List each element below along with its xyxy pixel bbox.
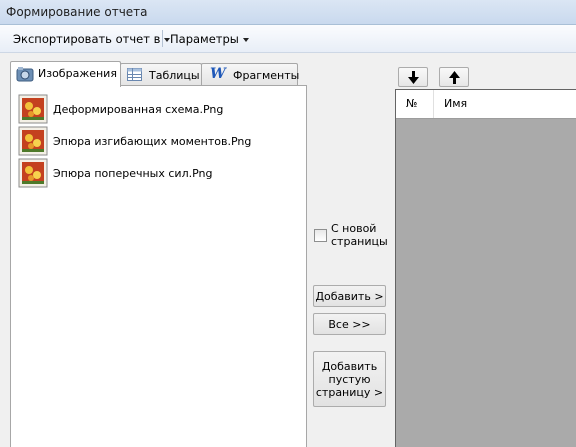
add-all-button[interactable]: Все >> (313, 313, 386, 335)
word-icon: W (210, 66, 226, 82)
file-name: Эпюра изгибающих моментов.Png (53, 135, 252, 148)
image-file-icon (18, 126, 48, 156)
export-menu[interactable]: Экспортировать отчет в (13, 32, 171, 46)
column-divider[interactable] (433, 90, 434, 118)
tab-images-label: Изображения (38, 67, 117, 80)
tab-tables[interactable]: Таблицы (120, 63, 202, 86)
menu-bar: Экспортировать отчет в Параметры (0, 25, 576, 53)
arrow-up-icon (449, 71, 460, 84)
add-all-button-label: Все >> (328, 317, 371, 331)
menu-separator (162, 30, 163, 47)
column-header-name[interactable]: Имя (444, 97, 467, 110)
column-header-number[interactable]: № (406, 97, 417, 110)
tab-fragments[interactable]: W Фрагменты (201, 63, 300, 86)
list-item[interactable]: Эпюра поперечных сил.Png (18, 158, 212, 188)
add-empty-page-button[interactable]: Добавить пустую страницу > (313, 351, 386, 407)
tab-fragments-label: Фрагменты (233, 69, 300, 82)
new-page-checkbox-label: С новой страницы (331, 222, 388, 248)
add-button[interactable]: Добавить > (313, 285, 386, 307)
add-empty-line2: пустую (328, 372, 371, 386)
new-page-label-line1: С новой (331, 222, 377, 235)
file-name: Эпюра поперечных сил.Png (53, 167, 213, 180)
list-item[interactable]: Деформированная схема.Png (18, 94, 223, 124)
window-title: Формирование отчета (6, 5, 148, 19)
image-file-icon (18, 158, 48, 188)
new-page-checkbox[interactable] (314, 229, 327, 242)
add-button-label: Добавить > (315, 289, 384, 303)
tab-tables-label: Таблицы (149, 69, 200, 82)
table-icon (127, 68, 142, 81)
tab-images[interactable]: Изображения (10, 61, 121, 87)
chevron-down-icon (242, 37, 249, 42)
arrow-down-icon (408, 71, 419, 84)
images-list-panel: Деформированная схема.Png Эпюра изгибающ… (10, 85, 307, 447)
grid-header: № Имя (396, 90, 576, 119)
images-icon (16, 67, 34, 82)
report-grid[interactable]: № Имя (395, 89, 576, 447)
add-empty-line1: Добавить (321, 359, 378, 373)
params-menu[interactable]: Параметры (170, 32, 249, 46)
add-empty-line3: страницу > (315, 385, 384, 399)
file-name: Деформированная схема.Png (53, 103, 224, 116)
list-item[interactable]: Эпюра изгибающих моментов.Png (18, 126, 251, 156)
move-down-button[interactable] (398, 67, 428, 87)
move-up-button[interactable] (439, 67, 469, 87)
new-page-label-line2: страницы (331, 235, 388, 248)
image-file-icon (18, 94, 48, 124)
export-menu-label: Экспортировать отчет в (13, 32, 161, 46)
params-menu-label: Параметры (170, 32, 239, 46)
title-bar: Формирование отчета (0, 0, 576, 25)
